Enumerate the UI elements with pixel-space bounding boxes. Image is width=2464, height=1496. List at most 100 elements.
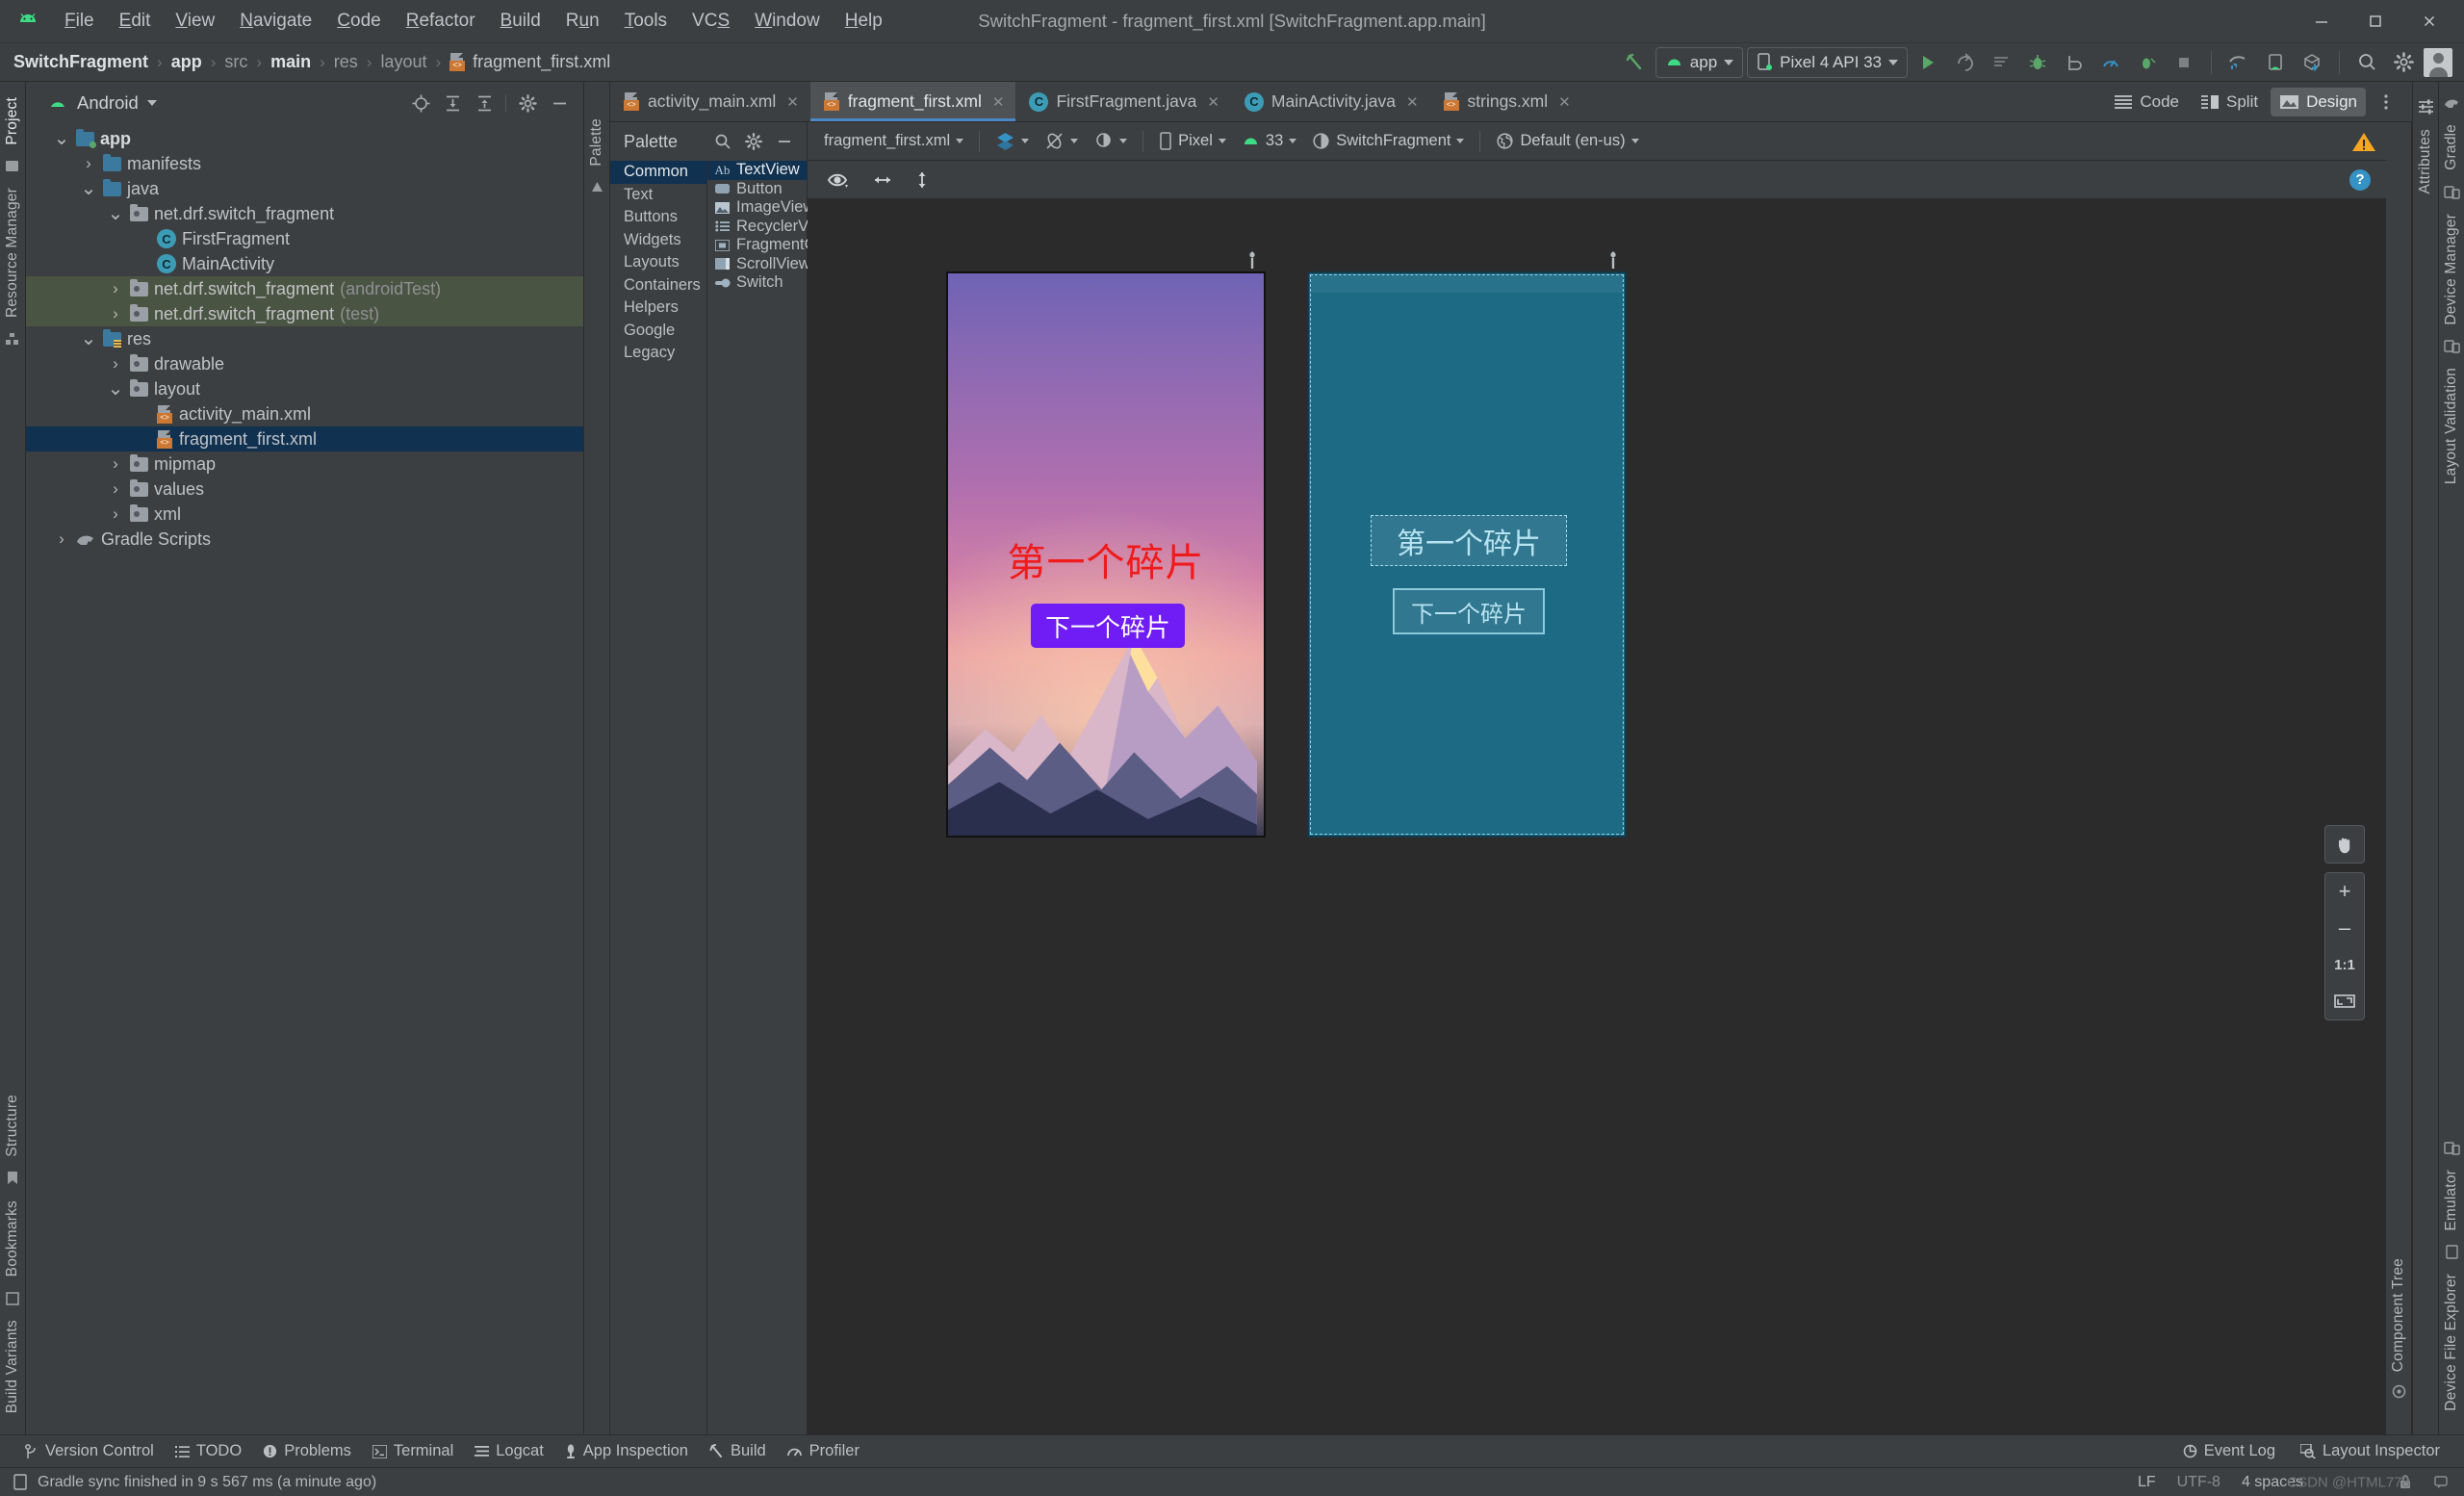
tree-node-activity-main-xml[interactable]: ›<>activity_main.xml	[26, 401, 583, 426]
tree-expand-arrow[interactable]: ›	[53, 530, 70, 548]
run-icon[interactable]	[1912, 47, 1944, 78]
collapse-all-icon[interactable]	[470, 90, 499, 116]
phone-frame-design[interactable]: 第一个碎片 下一个碎片	[946, 271, 1266, 838]
close-icon[interactable]: ✕	[992, 93, 1005, 111]
zoom-to-fit-icon[interactable]	[2325, 983, 2364, 1019]
editor-tab-mainactivity-java[interactable]: C MainActivity.java ✕	[1231, 82, 1430, 121]
attach-debugger-icon[interactable]	[2058, 47, 2091, 78]
orientation-icon[interactable]	[1038, 127, 1085, 155]
device-preview-blueprint[interactable]: 第一个碎片 下一个碎片	[1307, 251, 1627, 838]
tree-node-java[interactable]: ⌄ java	[26, 176, 583, 201]
palette-category-containers[interactable]: Containers	[610, 274, 706, 297]
tool-window-problems[interactable]: Problems	[252, 1439, 362, 1463]
device-preview-design[interactable]: 第一个碎片 下一个碎片	[946, 251, 1266, 838]
tool-button-component-tree[interactable]: Component Tree	[2390, 1251, 2407, 1380]
editor-mode-design[interactable]: Design	[2271, 87, 2366, 116]
editor-mode-code[interactable]: Code	[2105, 88, 2188, 116]
vertical-guide-icon[interactable]	[911, 168, 934, 193]
menu-view[interactable]: View	[163, 7, 227, 36]
tree-node-net-drf-switch-fragment[interactable]: › net.drf.switch_fragment (test)	[26, 301, 583, 326]
tree-expand-arrow[interactable]: ›	[107, 480, 124, 498]
design-surface-mode-icon[interactable]	[988, 127, 1036, 155]
theme-selector[interactable]: SwitchFragment	[1305, 128, 1471, 154]
apply-code-changes-icon[interactable]	[1985, 47, 2017, 78]
tree-node-res[interactable]: ⌄ res	[26, 326, 583, 351]
tree-expand-arrow[interactable]: ›	[107, 505, 124, 523]
actual-size-button[interactable]: 1:1	[2325, 946, 2364, 983]
zoom-in-button[interactable]: +	[2325, 873, 2364, 910]
tree-expand-arrow[interactable]: ›	[107, 280, 124, 297]
stop-icon[interactable]	[2168, 47, 2200, 78]
blueprint-button[interactable]: 下一个碎片	[1393, 588, 1545, 634]
wrench-icon[interactable]	[1245, 250, 1260, 270]
search-icon[interactable]	[708, 128, 737, 155]
tree-expand-arrow[interactable]: ›	[80, 155, 97, 172]
tree-expand-arrow[interactable]: ⌄	[80, 329, 97, 348]
tool-window-profiler[interactable]: Profiler	[777, 1439, 870, 1463]
sync-gradle-icon[interactable]	[2222, 47, 2255, 78]
pan-hand-icon[interactable]	[2325, 826, 2364, 863]
menu-refactor[interactable]: Refactor	[394, 7, 488, 36]
encoding-indicator[interactable]: UTF-8	[2177, 1474, 2220, 1491]
menu-code[interactable]: Code	[324, 7, 393, 36]
menu-edit[interactable]: Edit	[107, 7, 164, 36]
device-preview-selector[interactable]: Pixel	[1152, 128, 1233, 154]
breadcrumb-item-app[interactable]: app	[171, 52, 202, 72]
apply-changes-icon[interactable]	[1948, 47, 1981, 78]
preview-button[interactable]: 下一个碎片	[1031, 604, 1185, 648]
tool-button-layout-validation[interactable]: Layout Validation	[2443, 360, 2460, 492]
tree-expand-arrow[interactable]: ›	[107, 355, 124, 373]
editor-tab-firstfragment-java[interactable]: C FirstFragment.java ✕	[1015, 82, 1230, 121]
tool-button-build-variants[interactable]: Build Variants	[4, 1312, 21, 1421]
menu-file[interactable]: File	[52, 7, 107, 36]
search-everywhere-icon[interactable]	[2350, 47, 2383, 78]
palette-category-text[interactable]: Text	[610, 184, 706, 207]
editor-more-options-icon[interactable]	[2370, 87, 2402, 117]
tool-button-attributes[interactable]: Attributes	[2417, 121, 2434, 201]
tree-node-net-drf-switch-fragment[interactable]: › net.drf.switch_fragment (androidTest)	[26, 276, 583, 301]
project-view-selector[interactable]: Android	[77, 92, 139, 114]
tree-node-xml[interactable]: › xml	[26, 502, 583, 527]
tool-button-resource-manager[interactable]: Resource Manager	[4, 180, 21, 325]
menu-build[interactable]: Build	[488, 7, 553, 36]
settings-icon[interactable]	[513, 90, 542, 116]
tree-expand-arrow[interactable]: ⌄	[107, 204, 124, 223]
palette-category-buttons[interactable]: Buttons	[610, 206, 706, 229]
chevron-down-icon[interactable]	[146, 100, 157, 106]
tree-node-layout[interactable]: ⌄ layout	[26, 376, 583, 401]
tool-window-version-control[interactable]: Version Control	[13, 1439, 165, 1463]
menu-window[interactable]: Window	[742, 7, 833, 36]
tree-node-gradle-scripts[interactable]: › Gradle Scripts	[26, 527, 583, 552]
hide-panel-icon[interactable]	[545, 90, 574, 116]
indent-indicator[interactable]: 4 spaces	[2242, 1474, 2303, 1491]
tree-node-mipmap[interactable]: › mipmap	[26, 451, 583, 477]
sdk-manager-icon[interactable]	[2296, 47, 2328, 78]
tool-window-logcat[interactable]: Logcat	[464, 1439, 554, 1463]
project-tree[interactable]: ⌄ app › manifests ⌄ java ⌄ net.drf.switch_fragm…	[26, 124, 583, 552]
run-with-coverage-icon[interactable]	[2131, 47, 2164, 78]
lock-icon[interactable]	[2398, 1474, 2413, 1490]
design-canvas[interactable]: 第一个碎片 下一个碎片 第一个碎片 下一个碎片 + – 1:1	[808, 199, 2386, 1434]
eye-visibility-icon[interactable]	[823, 168, 855, 192]
expand-all-icon[interactable]	[438, 90, 467, 116]
blueprint-frame[interactable]: 第一个碎片 下一个碎片	[1307, 271, 1627, 838]
tree-node-values[interactable]: › values	[26, 477, 583, 502]
tool-button-bookmarks[interactable]: Bookmarks	[4, 1193, 21, 1284]
tree-node-drawable[interactable]: › drawable	[26, 351, 583, 376]
profiler-icon[interactable]	[2094, 47, 2127, 78]
tree-node-fragment-first-xml[interactable]: ›<>fragment_first.xml	[26, 426, 583, 451]
tool-button-palette[interactable]: Palette	[588, 111, 605, 174]
tree-expand-arrow[interactable]: ›	[107, 305, 124, 322]
tool-button-device-manager[interactable]: Device Manager	[2443, 206, 2460, 333]
tool-button-emulator[interactable]: Emulator	[2443, 1162, 2460, 1239]
hide-panel-icon[interactable]	[770, 128, 799, 155]
palette-category-helpers[interactable]: Helpers	[610, 297, 706, 320]
wrench-icon[interactable]	[1605, 250, 1621, 270]
avd-manager-icon[interactable]	[2259, 47, 2292, 78]
build-hammer-icon[interactable]	[1619, 47, 1652, 78]
maximize-button[interactable]	[2348, 0, 2402, 42]
editor-tab-strings-xml[interactable]: <> strings.xml ✕	[1430, 82, 1582, 121]
palette-category-layouts[interactable]: Layouts	[610, 251, 706, 274]
tree-expand-arrow[interactable]: ›	[107, 455, 124, 473]
tool-button-gradle[interactable]: Gradle	[2443, 116, 2460, 178]
